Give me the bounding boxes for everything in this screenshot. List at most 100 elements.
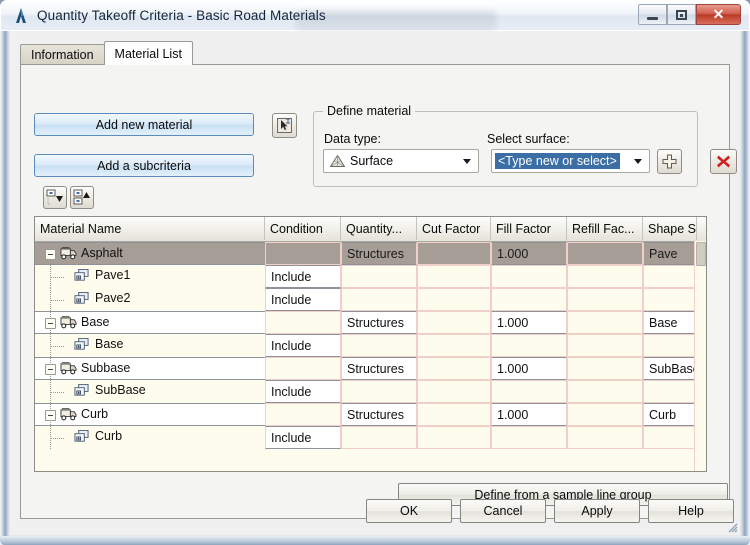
cell-fill-factor[interactable]: 1.000 <box>491 357 567 380</box>
add-surface-button[interactable] <box>657 149 682 174</box>
cell-material-name[interactable]: Subbase <box>35 357 265 380</box>
cell-cut-factor[interactable] <box>417 334 491 357</box>
pick-on-screen-button[interactable] <box>272 113 297 138</box>
column-header[interactable]: Condition <box>265 217 341 240</box>
cell-condition[interactable]: Include <box>265 426 341 449</box>
column-header[interactable]: Quantity... <box>341 217 417 240</box>
cell-fill-factor[interactable]: 1.000 <box>491 403 567 426</box>
cell-shape-style[interactable]: Curb <box>643 403 697 426</box>
cell-fill-factor[interactable] <box>491 288 567 311</box>
column-header[interactable]: Shape St... <box>643 217 697 240</box>
tree-collapse-icon[interactable] <box>45 364 56 375</box>
cell-cut-factor[interactable] <box>417 288 491 311</box>
cell-quantity[interactable]: Structures <box>341 403 417 426</box>
tree-collapse-icon[interactable] <box>45 318 56 329</box>
column-header[interactable]: Material Name <box>35 217 265 240</box>
cell-shape-style[interactable]: SubBase <box>643 357 697 380</box>
cell-refill-factor[interactable] <box>567 426 643 449</box>
table-row[interactable]: Pave2 Include <box>35 288 706 311</box>
cell-fill-factor[interactable] <box>491 334 567 357</box>
restore-button[interactable] <box>667 4 696 25</box>
tree-collapse-icon[interactable] <box>45 410 56 421</box>
cell-quantity[interactable] <box>341 288 417 311</box>
cell-condition[interactable] <box>265 242 341 265</box>
cell-refill-factor[interactable] <box>567 380 643 403</box>
cell-refill-factor[interactable] <box>567 242 643 265</box>
cell-material-name[interactable]: Asphalt <box>35 242 265 265</box>
cell-quantity[interactable] <box>341 426 417 449</box>
cancel-button[interactable]: Cancel <box>460 499 546 523</box>
cell-fill-factor[interactable]: 1.000 <box>491 242 567 265</box>
data-type-combobox[interactable]: Surface <box>323 149 479 173</box>
table-vertical-scrollbar[interactable] <box>694 241 706 471</box>
cell-cut-factor[interactable] <box>417 426 491 449</box>
column-header[interactable]: Cut Factor <box>417 217 491 240</box>
cell-refill-factor[interactable] <box>567 288 643 311</box>
cell-quantity[interactable]: Structures <box>341 357 417 380</box>
cell-material-name[interactable]: Curb <box>35 403 265 426</box>
table-row[interactable]: Subbase Structures 1.000 SubBase <box>35 357 706 380</box>
help-button[interactable]: Help <box>648 499 734 523</box>
ok-button[interactable]: OK <box>366 499 452 523</box>
tab-information[interactable]: Information <box>20 44 105 65</box>
cell-material-name[interactable]: Base <box>35 311 265 334</box>
select-surface-combobox[interactable]: <Type new or select> <box>491 149 650 173</box>
add-new-material-button[interactable]: Add new material <box>34 113 254 136</box>
add-subcriteria-button[interactable]: Add a subcriteria <box>34 154 254 177</box>
cell-refill-factor[interactable] <box>567 403 643 426</box>
collapse-all-button[interactable] <box>70 186 94 209</box>
table-row[interactable]: Base Include <box>35 334 706 357</box>
cell-material-name[interactable]: Pave2 <box>35 288 265 311</box>
apply-button[interactable]: Apply <box>554 499 640 523</box>
cell-refill-factor[interactable] <box>567 311 643 334</box>
cell-shape-style[interactable] <box>643 426 697 449</box>
cell-quantity[interactable] <box>341 380 417 403</box>
table-row[interactable]: Curb Include <box>35 426 706 449</box>
table-row[interactable]: Curb Structures 1.000 Curb <box>35 403 706 426</box>
cell-cut-factor[interactable] <box>417 242 491 265</box>
cell-cut-factor[interactable] <box>417 311 491 334</box>
cell-refill-factor[interactable] <box>567 334 643 357</box>
table-row[interactable]: SubBase Include <box>35 380 706 403</box>
cell-material-name[interactable]: SubBase <box>35 380 265 403</box>
minimize-button[interactable] <box>638 4 667 25</box>
column-header[interactable]: Refill Fac... <box>567 217 643 240</box>
table-row[interactable]: Asphalt Structures 1.000 Pave <box>35 242 706 265</box>
cell-condition[interactable]: Include <box>265 265 341 288</box>
cell-quantity[interactable]: Structures <box>341 311 417 334</box>
cell-shape-style[interactable]: Pave <box>643 242 697 265</box>
cell-condition[interactable]: Include <box>265 380 341 403</box>
column-header[interactable]: Fill Factor <box>491 217 567 240</box>
cell-refill-factor[interactable] <box>567 265 643 288</box>
cell-quantity[interactable] <box>341 265 417 288</box>
close-button[interactable]: ✕ <box>696 4 741 25</box>
cell-refill-factor[interactable] <box>567 357 643 380</box>
cell-material-name[interactable]: Base <box>35 334 265 357</box>
cell-cut-factor[interactable] <box>417 265 491 288</box>
cell-fill-factor[interactable] <box>491 380 567 403</box>
cell-shape-style[interactable] <box>643 380 697 403</box>
cell-shape-style[interactable] <box>643 288 697 311</box>
table-row[interactable]: Base Structures 1.000 Base <box>35 311 706 334</box>
cell-condition[interactable]: Include <box>265 334 341 357</box>
resize-grip[interactable] <box>726 521 738 533</box>
cell-condition[interactable] <box>265 311 341 334</box>
cell-cut-factor[interactable] <box>417 380 491 403</box>
cell-fill-factor[interactable] <box>491 426 567 449</box>
cell-shape-style[interactable]: Base <box>643 311 697 334</box>
tree-collapse-icon[interactable] <box>45 249 56 260</box>
delete-material-button[interactable] <box>710 149 737 174</box>
cell-condition[interactable] <box>265 403 341 426</box>
table-row[interactable]: Pave1 Include <box>35 265 706 288</box>
cell-quantity[interactable] <box>341 334 417 357</box>
cell-condition[interactable]: Include <box>265 288 341 311</box>
cell-material-name[interactable]: Curb <box>35 426 265 449</box>
cell-cut-factor[interactable] <box>417 357 491 380</box>
cell-material-name[interactable]: Pave1 <box>35 265 265 288</box>
expand-all-button[interactable] <box>43 186 67 209</box>
cell-shape-style[interactable] <box>643 265 697 288</box>
cell-cut-factor[interactable] <box>417 403 491 426</box>
scrollbar-thumb[interactable] <box>696 242 706 266</box>
cell-condition[interactable] <box>265 357 341 380</box>
title-bar[interactable]: Quantity Takeoff Criteria - Basic Road M… <box>0 0 750 33</box>
